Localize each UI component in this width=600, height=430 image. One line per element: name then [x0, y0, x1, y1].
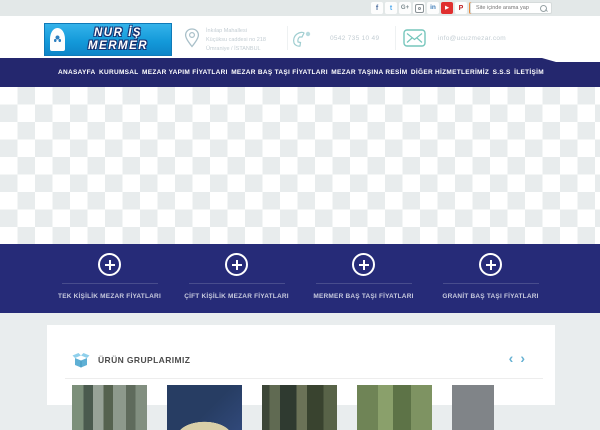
- product-groups-title: ÜRÜN GRUPLARIMIZ: [98, 355, 191, 365]
- plus-circle-icon[interactable]: [225, 253, 248, 276]
- plus-circle-icon[interactable]: [98, 253, 121, 276]
- feature-divider: [315, 283, 412, 284]
- logo[interactable]: NUR İŞ MERMER: [44, 23, 172, 56]
- main-nav: ANASAYFA KURUMSAL MEZAR YAPIM FİYATLARI …: [0, 58, 600, 87]
- top-bar: f t G+ in ▶ P: [0, 0, 600, 16]
- feature-label[interactable]: ÇİFT KİŞİLİK MEZAR FİYATLARI: [173, 293, 300, 300]
- next-arrow-icon[interactable]: ›: [520, 351, 525, 365]
- location-pin-icon: [184, 28, 200, 48]
- nav-mezar-yapim[interactable]: MEZAR YAPIM FİYATLARI: [142, 69, 228, 76]
- search-input[interactable]: [471, 5, 539, 11]
- feature-divider: [188, 283, 285, 284]
- nav-kurumsal[interactable]: KURUMSAL: [99, 69, 139, 76]
- card-divider: [65, 378, 543, 379]
- plus-circle-icon[interactable]: [479, 253, 502, 276]
- feature-divider: [442, 283, 539, 284]
- address-line2: Küçüksu caddesi no 218: [206, 36, 266, 43]
- header-address: İnkılap Mahallesi Küçüksu caddesi no 218…: [206, 27, 266, 53]
- header-divider: [287, 26, 288, 50]
- instagram-icon[interactable]: [413, 2, 425, 14]
- header-email: info@ucuzmezar.com: [438, 35, 506, 42]
- product-thumbnail[interactable]: [262, 385, 337, 430]
- email-icon: [403, 29, 426, 47]
- slider-placeholder: [0, 87, 600, 244]
- nav-corner-wedge: [542, 58, 556, 62]
- header-divider: [395, 26, 396, 50]
- tombstone-icon: [50, 28, 65, 51]
- address-line1: İnkılap Mahallesi: [206, 28, 247, 34]
- feature-label[interactable]: GRANİT BAŞ TAŞI FİYATLARI: [427, 293, 554, 300]
- instagram-glyph: [414, 3, 424, 13]
- feature-label[interactable]: TEK KİŞİLİK MEZAR FİYATLARI: [46, 293, 173, 300]
- header-phone: 0542 735 10 49: [330, 35, 380, 42]
- nav-iletisim[interactable]: İLETİŞİM: [514, 69, 544, 76]
- prev-arrow-icon[interactable]: ‹: [509, 351, 514, 365]
- feature-mermer-bas-tasi[interactable]: MERMER BAŞ TAŞI FİYATLARI: [300, 244, 427, 313]
- feature-divider: [61, 283, 158, 284]
- phone-icon: [291, 29, 313, 48]
- product-thumbnail[interactable]: [452, 385, 494, 430]
- product-groups-card: ÜRÜN GRUPLARIMIZ ‹ ›: [47, 325, 555, 430]
- logo-line1: NUR İŞ: [94, 27, 142, 40]
- product-groups-header: ÜRÜN GRUPLARIMIZ: [72, 352, 190, 368]
- linkedin-icon[interactable]: in: [427, 2, 439, 14]
- pinterest-icon[interactable]: P: [455, 2, 467, 14]
- site-header: NUR İŞ MERMER İnkılap Mahallesi Küçüksu …: [0, 16, 600, 58]
- product-thumbnail[interactable]: [167, 385, 242, 430]
- plus-circle-icon[interactable]: [352, 253, 375, 276]
- search-icon[interactable]: [539, 4, 548, 13]
- social-links: f t G+ in ▶ P: [371, 2, 481, 14]
- box-icon: [72, 352, 90, 368]
- youtube-icon[interactable]: ▶: [441, 2, 453, 14]
- product-thumbnail[interactable]: [72, 385, 147, 430]
- feature-strip: TEK KİŞİLİK MEZAR FİYATLARI ÇİFT KİŞİLİK…: [0, 244, 600, 313]
- googleplus-icon[interactable]: G+: [399, 2, 411, 14]
- site-search: [470, 2, 552, 14]
- twitter-icon[interactable]: t: [385, 2, 397, 14]
- feature-tek-kisilik[interactable]: TEK KİŞİLİK MEZAR FİYATLARI: [46, 244, 173, 313]
- feature-cift-kisilik[interactable]: ÇİFT KİŞİLİK MEZAR FİYATLARI: [173, 244, 300, 313]
- facebook-icon[interactable]: f: [371, 2, 383, 14]
- nav-mezar-bas-tasi[interactable]: MEZAR BAŞ TAŞI FİYATLARI: [231, 69, 328, 76]
- nav-diger-hizmetler[interactable]: DİĞER HİZMETLERİMİZ: [411, 69, 489, 76]
- feature-granit-bas-tasi[interactable]: GRANİT BAŞ TAŞI FİYATLARI: [427, 244, 554, 313]
- logo-line2: MERMER: [87, 39, 149, 52]
- address-line3: Ümraniye / İSTANBUL: [206, 45, 261, 52]
- feature-label[interactable]: MERMER BAŞ TAŞI FİYATLARI: [300, 293, 427, 300]
- nav-items: ANASAYFA KURUMSAL MEZAR YAPIM FİYATLARI …: [58, 58, 544, 87]
- product-thumbnails: [72, 385, 494, 430]
- carousel-arrows: ‹ ›: [509, 351, 525, 365]
- nav-sss[interactable]: S.S.S: [493, 69, 511, 76]
- product-thumbnail[interactable]: [357, 385, 432, 430]
- nav-anasayfa[interactable]: ANASAYFA: [58, 69, 96, 76]
- nav-corner-strip: [556, 58, 600, 62]
- feature-row: TEK KİŞİLİK MEZAR FİYATLARI ÇİFT KİŞİLİK…: [46, 244, 554, 313]
- nav-mezar-tasina-resim[interactable]: MEZAR TAŞINA RESİM: [331, 69, 407, 76]
- logo-text: NUR İŞ MERMER: [65, 27, 171, 51]
